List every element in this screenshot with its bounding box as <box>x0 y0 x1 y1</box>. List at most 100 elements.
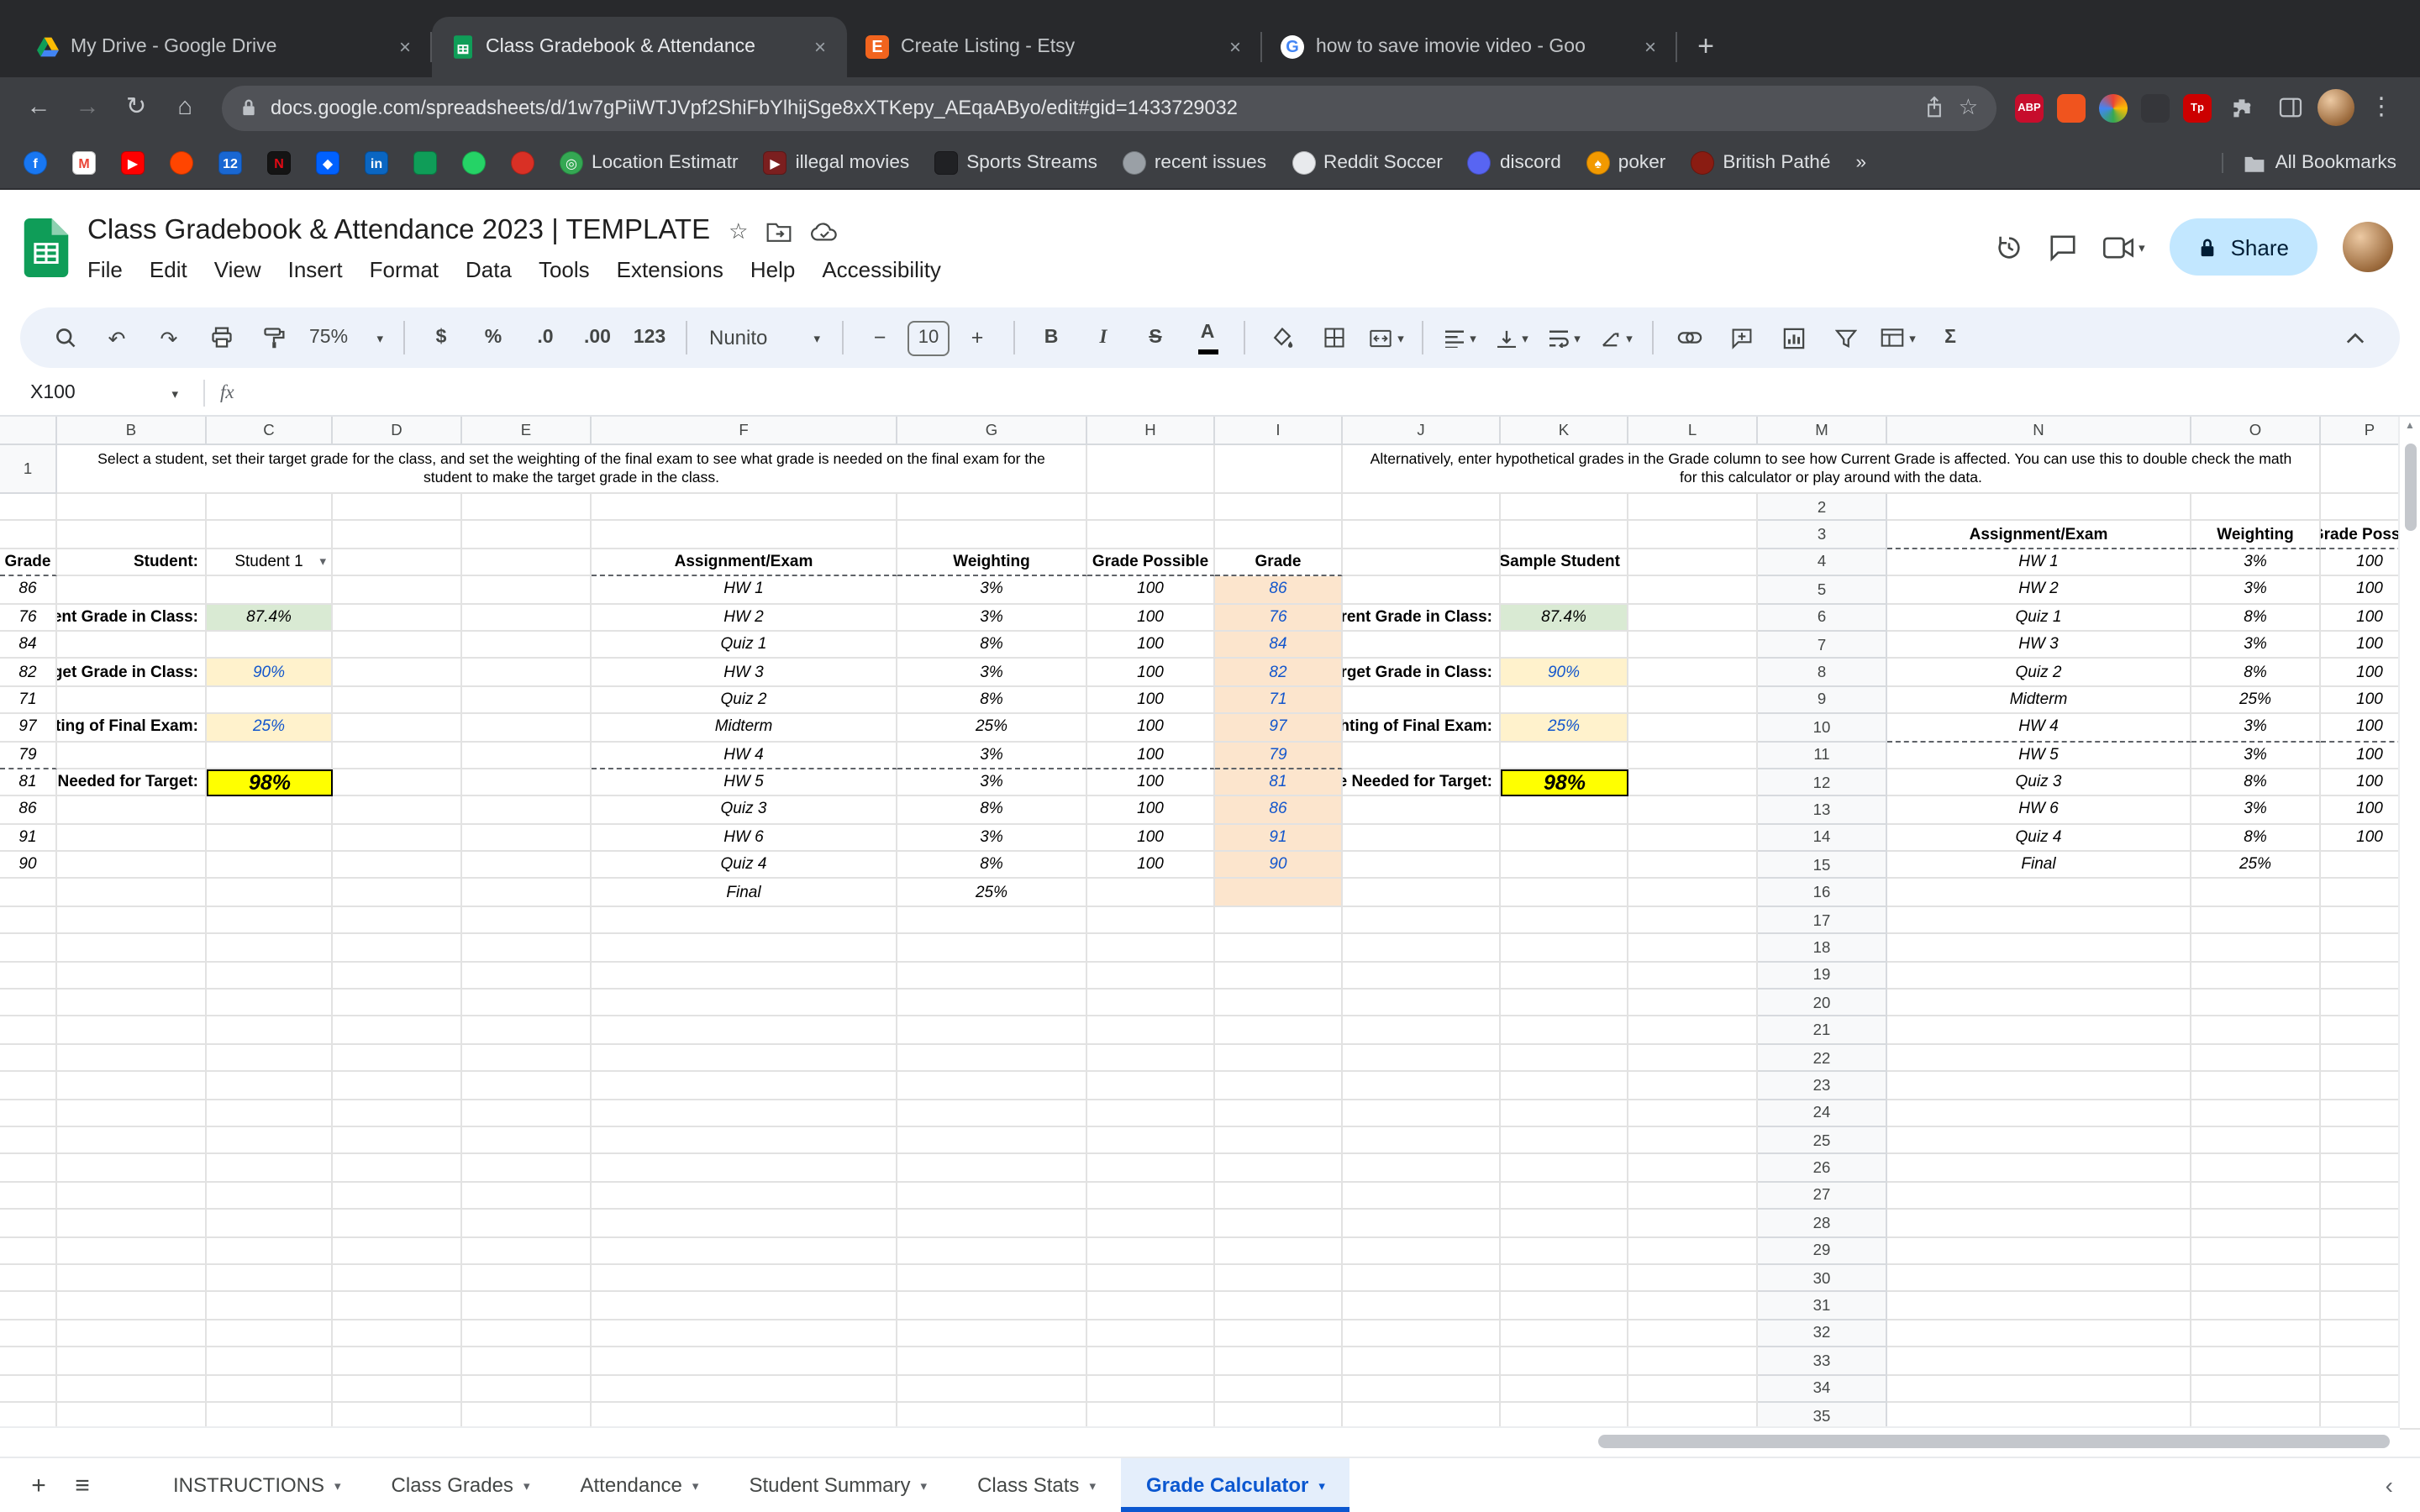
row-header-34[interactable]: 34 <box>1758 1375 1887 1403</box>
cell-O27[interactable] <box>1501 1210 1628 1238</box>
cell-E20[interactable] <box>0 1016 57 1045</box>
cell-G12[interactable] <box>207 796 333 825</box>
cell-K31[interactable] <box>897 1320 1087 1348</box>
cell-O6[interactable] <box>1501 631 1628 659</box>
cell-L24[interactable] <box>1087 1126 1215 1155</box>
cell-I7[interactable] <box>462 659 592 687</box>
cell-E32[interactable] <box>0 1347 57 1375</box>
cell-I25[interactable] <box>462 1154 592 1183</box>
tab-close-icon[interactable]: × <box>807 34 834 60</box>
menu-view[interactable]: View <box>201 253 275 285</box>
cell-G16[interactable] <box>207 906 333 935</box>
cell-C23[interactable] <box>2191 1072 2321 1100</box>
paint-format-button[interactable] <box>249 318 297 358</box>
cell-G5[interactable]: 87.4% <box>207 604 333 632</box>
cell-K15[interactable]: 25% <box>897 879 1087 907</box>
cell-K16[interactable] <box>897 906 1087 935</box>
cell-E11[interactable]: 81 <box>0 769 57 797</box>
cell-P23[interactable] <box>1628 1100 1758 1127</box>
cell-P2[interactable] <box>1628 521 1758 549</box>
cell-N17[interactable] <box>1343 934 1501 963</box>
cell-N20[interactable] <box>1343 1016 1501 1045</box>
row-header-6[interactable]: 6 <box>1758 604 1887 632</box>
cell-P21[interactable] <box>1628 1044 1758 1073</box>
menu-format[interactable]: Format <box>356 253 452 285</box>
meet-dropdown-arrow[interactable]: ▾ <box>2139 239 2145 255</box>
comment-history-icon[interactable] <box>2048 233 2076 261</box>
cell-P19[interactable] <box>1628 990 1758 1017</box>
cell-J3[interactable]: Assignment/Exam <box>592 549 897 577</box>
cell-E6[interactable]: 84 <box>0 631 57 659</box>
cell-C33[interactable] <box>2191 1347 2321 1375</box>
cell-P11[interactable] <box>1628 769 1758 797</box>
column-header-K[interactable]: K <box>1501 417 1628 445</box>
cell-C18[interactable] <box>2191 934 2321 963</box>
row-header-14[interactable]: 14 <box>1758 824 1887 853</box>
cell-C29[interactable] <box>2191 1237 2321 1265</box>
cell-F27[interactable] <box>57 1210 207 1238</box>
cell-C16[interactable] <box>2191 879 2321 907</box>
cell-L5[interactable]: 100 <box>1087 604 1215 632</box>
bookmark-facebook[interactable]: f <box>24 151 47 175</box>
cell-J11[interactable]: HW 5 <box>592 769 897 797</box>
cell-P24[interactable] <box>1628 1126 1758 1155</box>
cell-P28[interactable] <box>1628 1237 1758 1265</box>
cell-M9[interactable]: 97 <box>1215 714 1343 743</box>
cell-B29[interactable] <box>1887 1237 2191 1265</box>
row-header-17[interactable]: 17 <box>1758 906 1887 935</box>
cell-J28[interactable] <box>592 1237 897 1265</box>
cell-K25[interactable] <box>897 1154 1087 1183</box>
create-filter-button[interactable] <box>1822 318 1870 358</box>
cell-F11[interactable]: Final Exam Grade Needed for Target: <box>57 769 207 797</box>
cell-M32[interactable] <box>1215 1347 1343 1375</box>
cell-I15[interactable] <box>462 879 592 907</box>
cell-O8[interactable] <box>1501 686 1628 715</box>
sheet-tab-class-grades[interactable]: Class Grades ▾ <box>366 1458 555 1512</box>
cell-F5[interactable]: Current Grade in Class: <box>57 604 207 632</box>
cell-O18[interactable] <box>1501 962 1628 990</box>
cell-F28[interactable] <box>57 1237 207 1265</box>
merge-cells-button[interactable]: ▾ <box>1361 318 1410 358</box>
account-avatar[interactable] <box>2343 222 2393 272</box>
cell-I16[interactable] <box>462 906 592 935</box>
cell-P15[interactable] <box>1628 879 1758 907</box>
cell-M21[interactable] <box>1215 1044 1343 1073</box>
cell-C14[interactable]: 8% <box>2191 824 2321 853</box>
sheet-tab-instructions[interactable]: INSTRUCTIONS ▾ <box>148 1458 366 1512</box>
cell-I28[interactable] <box>462 1237 592 1265</box>
cell-I12[interactable] <box>462 796 592 825</box>
cell-H28[interactable] <box>333 1237 462 1265</box>
cell-K3[interactable]: Weighting <box>897 549 1087 577</box>
cell-B15[interactable]: Final <box>1887 852 2191 879</box>
student-dropdown-arrow[interactable]: ▾ <box>319 554 326 570</box>
cell-L23[interactable] <box>1087 1100 1215 1127</box>
cell-B23[interactable] <box>1887 1072 2191 1100</box>
cell-M18[interactable] <box>1215 962 1343 990</box>
cell-H3[interactable] <box>333 549 462 577</box>
decrease-font-size-button[interactable]: − <box>855 318 904 358</box>
cell-K11[interactable]: 3% <box>897 769 1087 797</box>
cell-O23[interactable] <box>1501 1100 1628 1127</box>
cell-G9[interactable]: 25% <box>207 714 333 743</box>
cell-B20[interactable] <box>1887 990 2191 1017</box>
cell-I3[interactable] <box>462 549 592 577</box>
cell-H7[interactable] <box>333 659 462 687</box>
cell-I21[interactable] <box>462 1044 592 1073</box>
cell-N19[interactable] <box>1343 990 1501 1017</box>
cell-H8[interactable] <box>333 686 462 715</box>
cell-P30[interactable] <box>1628 1292 1758 1320</box>
vertical-scrollbar[interactable]: ▲ <box>2398 417 2420 1428</box>
cell-G13[interactable] <box>207 824 333 853</box>
cell-C27[interactable] <box>2191 1182 2321 1210</box>
cell-M29[interactable] <box>1215 1264 1343 1293</box>
row-header-33[interactable]: 33 <box>1758 1347 1887 1375</box>
color-wheel-extension-icon[interactable] <box>2099 93 2128 122</box>
cell-E15[interactable] <box>0 879 57 907</box>
cell-H11[interactable] <box>333 769 462 797</box>
menu-data[interactable]: Data <box>452 253 525 285</box>
cell-P4[interactable] <box>1628 576 1758 605</box>
column-header-C[interactable]: C <box>207 417 333 445</box>
bookmark-british-path[interactable]: British Pathé <box>1691 151 1830 175</box>
cell-N2[interactable] <box>1343 521 1501 549</box>
column-header-E[interactable]: E <box>462 417 592 445</box>
